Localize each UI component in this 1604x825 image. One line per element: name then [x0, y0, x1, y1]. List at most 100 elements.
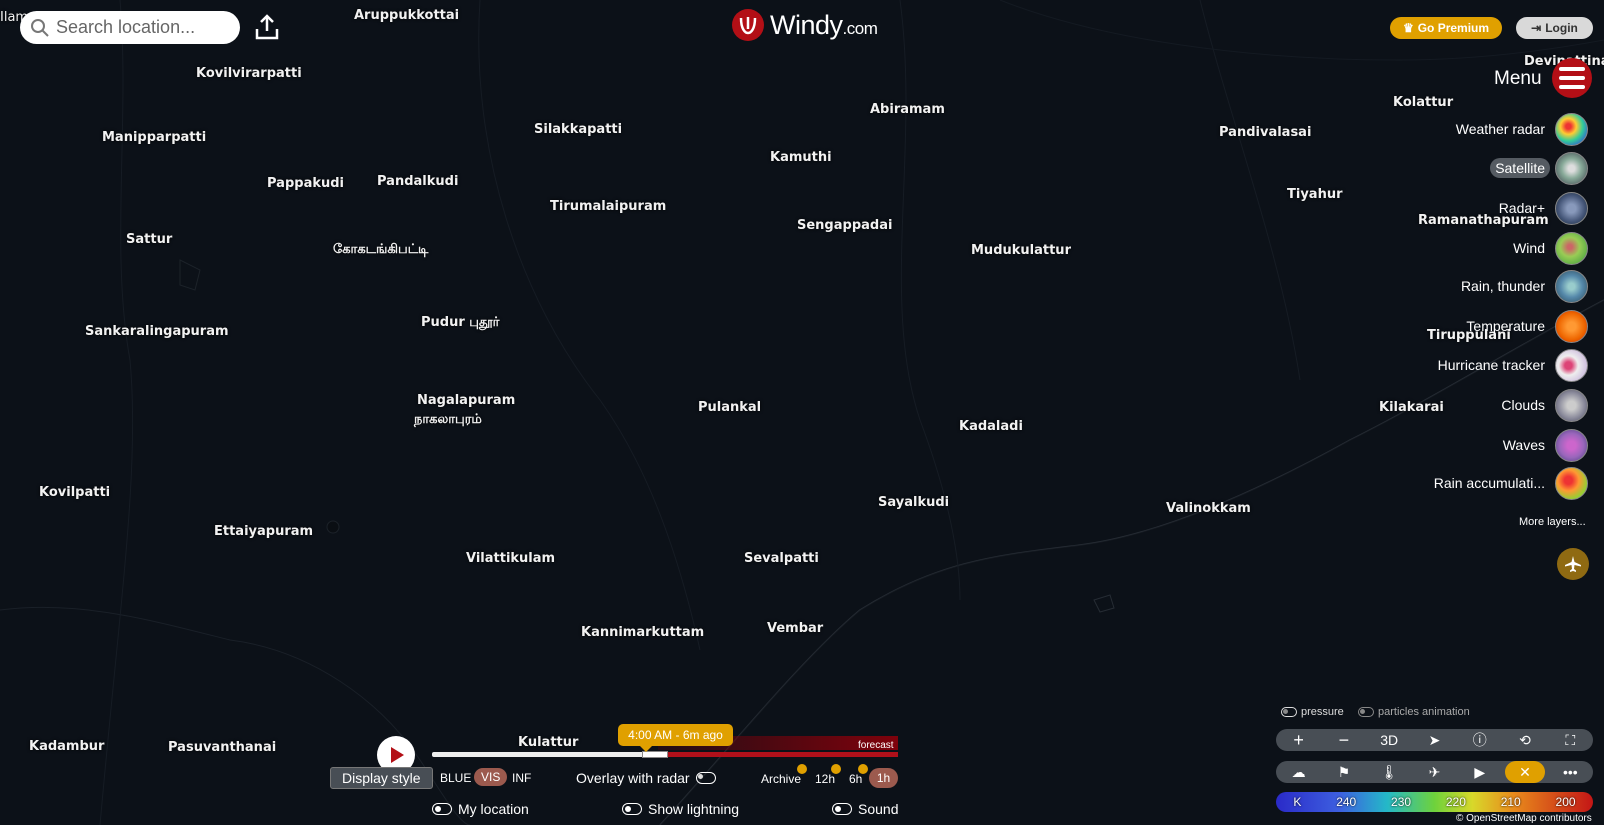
zoom-in-button[interactable]: +	[1279, 729, 1319, 751]
share-icon[interactable]	[252, 12, 282, 42]
timeline-slider[interactable]	[432, 736, 898, 758]
display-style-button[interactable]: Display style	[330, 767, 433, 789]
temperature-thumb-icon	[1555, 309, 1588, 343]
timeline-future	[662, 752, 898, 757]
map-background	[0, 0, 1604, 825]
layer-hurricane-tracker[interactable]: Hurricane tracker	[1433, 347, 1588, 383]
layer-wind[interactable]: Wind	[1508, 230, 1588, 266]
pressure-toggle[interactable]: pressure	[1281, 706, 1344, 718]
city-label: Sankaralingapuram	[85, 324, 229, 339]
mode-blue[interactable]: BLUE	[440, 771, 471, 785]
satellite-thumb-icon	[1555, 151, 1588, 185]
crown-icon: ♛	[1402, 21, 1414, 35]
city-label: Pudur புதூர்	[421, 315, 500, 330]
premium-crown-icon	[858, 764, 868, 774]
info-icon[interactable]: ⓘ	[1460, 729, 1500, 751]
range-12h[interactable]: 12h	[815, 772, 835, 786]
go-premium-button[interactable]: ♛ Go Premium	[1390, 17, 1502, 39]
weather-radar-thumb-icon	[1555, 112, 1588, 146]
city-label: Pandivalasai	[1219, 125, 1312, 140]
overlay-radar-toggle[interactable]: Overlay with radar	[576, 770, 716, 786]
city-label: Tirumalaipuram	[550, 199, 667, 214]
search-icon	[30, 18, 50, 38]
windy-logo[interactable]: Windy.com	[732, 9, 878, 41]
more-icon[interactable]: •••	[1550, 761, 1590, 783]
logo-text: Windy.com	[770, 9, 878, 40]
city-label: Sattur	[126, 232, 173, 247]
radar-plus-thumb-icon	[1555, 191, 1588, 225]
hurricane-tracker-thumb-icon	[1555, 348, 1588, 382]
layer-rain-accumulation[interactable]: Rain accumulati...	[1429, 465, 1588, 501]
city-label: Sevalpatti	[744, 551, 819, 566]
flag-icon[interactable]: ⚑	[1324, 761, 1364, 783]
color-legend[interactable]: K 240 230 220 210 200	[1276, 792, 1593, 812]
city-label: Pappakudi	[267, 176, 344, 191]
layer-radar-plus[interactable]: Radar+	[1494, 190, 1588, 226]
layer-temperature[interactable]: Temperature	[1461, 308, 1588, 344]
more-layers-link[interactable]: More layers...	[1519, 516, 1586, 528]
wind-thumb-icon	[1555, 231, 1588, 265]
range-6h[interactable]: 6h	[849, 772, 862, 786]
layer-weather-radar[interactable]: Weather radar	[1451, 111, 1588, 147]
city-label: Nagalapuram	[417, 393, 516, 408]
city-label: கோகடங்கிபட்டி	[333, 242, 429, 257]
close-icon[interactable]: ✕	[1505, 761, 1546, 783]
city-label: Abiramam	[870, 102, 945, 117]
city-label: Pasuvanthanai	[168, 740, 277, 755]
3d-button[interactable]: 3D	[1369, 729, 1409, 751]
timeline-past	[432, 752, 662, 757]
webcam-icon[interactable]: ▶	[1460, 761, 1500, 783]
hurricane-icon[interactable]: ⟲	[1505, 729, 1545, 751]
waves-thumb-icon	[1555, 428, 1588, 462]
my-location-toggle[interactable]: My location	[432, 801, 529, 817]
locate-icon[interactable]: ➤	[1414, 729, 1454, 751]
city-label: Ettaiyapuram	[214, 524, 314, 539]
menu-label[interactable]: Menu	[1494, 68, 1542, 90]
city-label: Kovilvirarpatti	[196, 66, 302, 81]
hamburger-menu-icon[interactable]	[1552, 58, 1592, 98]
city-label: Mudukulattur	[971, 243, 1071, 258]
timeline-handle[interactable]	[642, 751, 668, 758]
current-time-bubble[interactable]: 4:00 AM - 6m ago	[618, 724, 733, 752]
weather-icon[interactable]: ☁	[1279, 761, 1319, 783]
city-label: Kamuthi	[770, 150, 832, 165]
map-canvas[interactable]: Ilam Aruppukkottai Kovilvirarpatti Manip…	[0, 0, 1604, 825]
layer-clouds[interactable]: Clouds	[1496, 387, 1588, 423]
toggle-on-icon	[832, 803, 852, 815]
search-input[interactable]	[56, 17, 231, 38]
city-label: Aruppukkottai	[354, 8, 460, 23]
city-label: Pulankal	[698, 400, 762, 415]
toggle-off-icon	[1358, 707, 1374, 717]
layer-rain-thunder[interactable]: Rain, thunder	[1456, 268, 1588, 304]
city-label: Manipparpatti	[102, 130, 207, 145]
city-label: Kovilpatti	[39, 485, 111, 500]
windy-logo-icon	[732, 9, 764, 41]
show-lightning-toggle[interactable]: Show lightning	[622, 801, 739, 817]
city-label: Sayalkudi	[878, 495, 950, 510]
particles-animation-toggle[interactable]: particles animation	[1358, 706, 1470, 718]
fullscreen-icon[interactable]: ⛶	[1550, 729, 1590, 751]
range-1h[interactable]: 1h	[869, 768, 898, 788]
airplane-tool-icon[interactable]: ✈	[1414, 761, 1454, 783]
city-label: நாகலாபுரம்	[414, 412, 482, 427]
city-label: Kadambur	[29, 739, 105, 754]
thermometer-icon[interactable]: 🌡	[1369, 761, 1409, 783]
forecast-label: forecast	[858, 740, 894, 751]
toggle-on-icon	[622, 803, 642, 815]
login-button[interactable]: ⇥ Login	[1516, 17, 1593, 39]
zoom-out-button[interactable]: −	[1324, 729, 1364, 751]
layer-satellite[interactable]: Satellite	[1490, 150, 1588, 186]
premium-crown-icon	[831, 764, 841, 774]
login-icon: ⇥	[1531, 21, 1542, 35]
city-label: Vilattikulam	[466, 551, 556, 566]
mode-inf[interactable]: INF	[512, 771, 531, 785]
sound-toggle[interactable]: Sound	[832, 801, 898, 817]
rain-thunder-thumb-icon	[1555, 269, 1588, 303]
attribution[interactable]: © OpenStreetMap contributors	[1456, 813, 1592, 824]
search-box[interactable]	[20, 11, 240, 44]
city-label: Silakkapatti	[534, 122, 623, 137]
airplane-icon[interactable]	[1557, 548, 1589, 580]
toggle-icon	[695, 772, 716, 784]
layer-waves[interactable]: Waves	[1498, 427, 1588, 463]
mode-vis[interactable]: VIS	[474, 768, 508, 786]
